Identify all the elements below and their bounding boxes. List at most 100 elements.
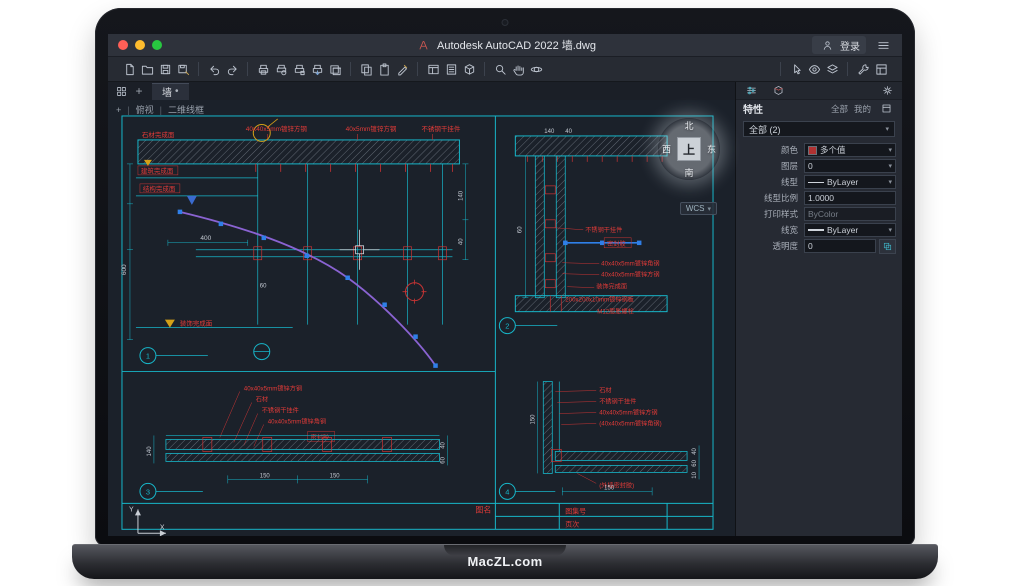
close-button[interactable] xyxy=(118,40,128,50)
annotation: 石材 xyxy=(256,396,268,404)
undo-icon[interactable] xyxy=(205,61,223,77)
publish-icon[interactable] xyxy=(308,61,326,77)
dim-text: 40 xyxy=(458,238,464,245)
transparency-value: 0 xyxy=(808,241,813,251)
viewcube-compass[interactable]: 北 南 西 东 上 xyxy=(658,118,720,180)
gear-icon[interactable] xyxy=(878,83,896,99)
dim-text: 150 xyxy=(330,473,341,479)
plot-preview-icon[interactable] xyxy=(272,61,290,77)
tab-overview-grid-icon[interactable] xyxy=(112,83,130,99)
wcs-dropdown[interactable]: WCS ▾ xyxy=(680,202,717,215)
redo-icon[interactable] xyxy=(223,61,241,77)
zoom-window-icon[interactable] xyxy=(491,61,509,77)
drawing-tabbar: + 墙 • xyxy=(108,82,735,100)
paste-icon[interactable] xyxy=(375,61,393,77)
property-row-transparency: 透明度 0 xyxy=(736,238,902,254)
save-icon[interactable] xyxy=(156,61,174,77)
annotation: 200x200x10mm镀锌钢板 xyxy=(565,296,634,304)
detail-1: 600 140 40 400 60 xyxy=(121,119,468,368)
color-dropdown[interactable]: 多个值 ▾ xyxy=(804,143,896,157)
filter-mine-tab[interactable]: 我的 xyxy=(854,103,871,115)
compass-west[interactable]: 西 xyxy=(662,143,671,156)
annotation: 40x40x5mm镀锌方钢 xyxy=(244,385,302,393)
cad-drawing: 图名 图集号 页次 xyxy=(108,100,735,536)
block-icon[interactable] xyxy=(460,61,478,77)
compass-east[interactable]: 东 xyxy=(707,143,716,156)
layer-dropdown[interactable]: 0 ▾ xyxy=(804,159,896,173)
autocad-logo-icon xyxy=(414,37,432,53)
copy-icon[interactable] xyxy=(357,61,375,77)
color-swatch xyxy=(808,146,817,155)
viewport-expand-control[interactable]: + xyxy=(116,105,121,115)
compass-south[interactable]: 南 xyxy=(684,166,693,179)
drawing-tab-wall[interactable]: 墙 • xyxy=(152,83,189,100)
dim-text: 600 xyxy=(121,264,128,275)
pan-hand-icon[interactable] xyxy=(509,61,527,77)
transparency-picker-button[interactable] xyxy=(879,239,896,254)
viewport-view-control[interactable]: 俯视 xyxy=(136,103,154,116)
dim-text: 60 xyxy=(692,459,698,466)
blocks-palette-icon[interactable] xyxy=(769,83,787,99)
login-button[interactable]: 登录 xyxy=(812,36,866,54)
zoom-button[interactable] xyxy=(152,40,162,50)
tool-sets-icon[interactable] xyxy=(854,61,872,77)
property-label: 线型比例 xyxy=(742,192,804,204)
content-browser-icon[interactable] xyxy=(872,61,890,77)
save-as-icon[interactable] xyxy=(174,61,192,77)
properties-palette-icon[interactable] xyxy=(742,83,760,99)
properties-header: 特性 全部 我的 xyxy=(736,100,902,117)
chevron-down-icon: ▾ xyxy=(888,226,892,234)
panel-empty-space xyxy=(736,254,902,536)
login-label: 登录 xyxy=(840,38,860,53)
linetype-value: ByLayer xyxy=(827,177,858,187)
open-folder-icon[interactable] xyxy=(138,61,156,77)
chevron-down-icon: ▾ xyxy=(888,178,892,186)
lineweight-dropdown[interactable]: ByLayer ▾ xyxy=(804,223,896,237)
detail-3: 40x40x5mm镀锌方钢 石材 不锈钢干挂件 40x40x5mm镀锌角钢 密封… xyxy=(140,385,448,500)
orbit-icon[interactable] xyxy=(527,61,545,77)
layout-icon[interactable] xyxy=(424,61,442,77)
viewport-visual-style-control[interactable]: 二维线框 xyxy=(168,103,204,116)
detail-bubble: 3 xyxy=(146,487,150,496)
transparency-input[interactable]: 0 xyxy=(804,239,876,253)
quick-access-toolbar xyxy=(108,56,902,82)
new-file-icon[interactable] xyxy=(120,61,138,77)
linetype-dropdown[interactable]: ByLayer ▾ xyxy=(804,175,896,189)
annotation: 40x5mm镀锌方钢 xyxy=(346,124,397,133)
new-drawing-tab-button[interactable]: + xyxy=(132,84,146,98)
panel-collapse-icon[interactable] xyxy=(877,101,895,117)
match-properties-icon[interactable] xyxy=(393,61,411,77)
filter-all-tab[interactable]: 全部 xyxy=(831,103,848,115)
selection-filter-dropdown[interactable]: 全部 (2) ▾ xyxy=(743,121,895,137)
plot-icon[interactable] xyxy=(254,61,272,77)
ltscale-input[interactable]: 1.0000 xyxy=(804,191,896,205)
isolate-objects-icon[interactable] xyxy=(805,61,823,77)
selection-cursor-icon[interactable] xyxy=(787,61,805,77)
compass-top-face[interactable]: 上 xyxy=(677,137,701,161)
model-space-canvas[interactable]: + | 俯视 | 二维线框 xyxy=(108,100,735,536)
selection-filter-value: 全部 (2) xyxy=(749,123,781,136)
ucs-x-label: X xyxy=(160,524,165,531)
layers-icon[interactable] xyxy=(823,61,841,77)
lineweight-value: ByLayer xyxy=(827,225,858,235)
linetype-preview xyxy=(808,182,824,183)
annotation: 40x40x5mm镀锌方钢 xyxy=(246,124,307,133)
annotation: 不锈钢干挂件 xyxy=(599,398,636,406)
batch-plot-icon[interactable] xyxy=(326,61,344,77)
annotation: 40x40x5mm镀锌角钢 xyxy=(601,260,659,268)
compass-north[interactable]: 北 xyxy=(684,119,693,132)
property-row-plotstyle: 打印样式 ByColor xyxy=(736,206,902,222)
minimize-button[interactable] xyxy=(135,40,145,50)
annotation: 装饰完成面 xyxy=(596,283,627,291)
menu-icon[interactable] xyxy=(874,37,892,53)
sheet-set-icon[interactable] xyxy=(442,61,460,77)
chevron-down-icon: ▾ xyxy=(888,146,892,154)
properties-panel: 特性 全部 我的 全部 (2) ▾ 颜色 多个值 ▾ xyxy=(736,82,902,536)
dim-text: 150 xyxy=(530,414,536,425)
detail-bubble: 2 xyxy=(505,322,509,331)
plotstyle-field: ByColor xyxy=(804,207,896,221)
annotation: 密封胶 xyxy=(607,240,626,248)
page-setup-icon[interactable] xyxy=(290,61,308,77)
dim-text: 140 xyxy=(147,446,153,457)
property-row-color: 颜色 多个值 ▾ xyxy=(736,142,902,158)
